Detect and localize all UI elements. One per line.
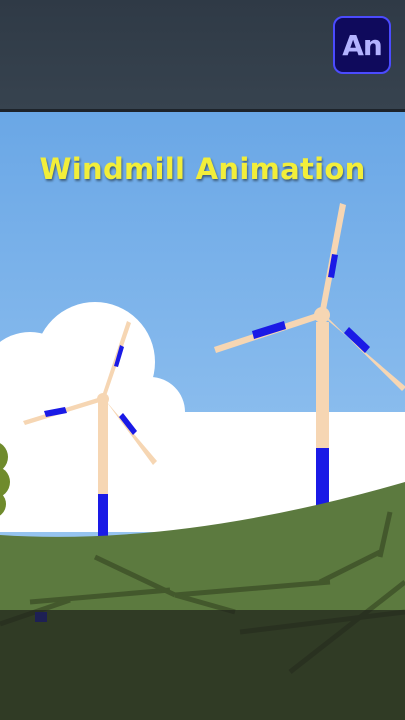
top-bar: An bbox=[0, 0, 405, 112]
adobe-animate-icon: An bbox=[333, 16, 391, 74]
bottom-overlay bbox=[0, 610, 405, 720]
stage-title: Windmill Animation bbox=[39, 152, 366, 186]
app-badge-label: An bbox=[342, 28, 383, 62]
